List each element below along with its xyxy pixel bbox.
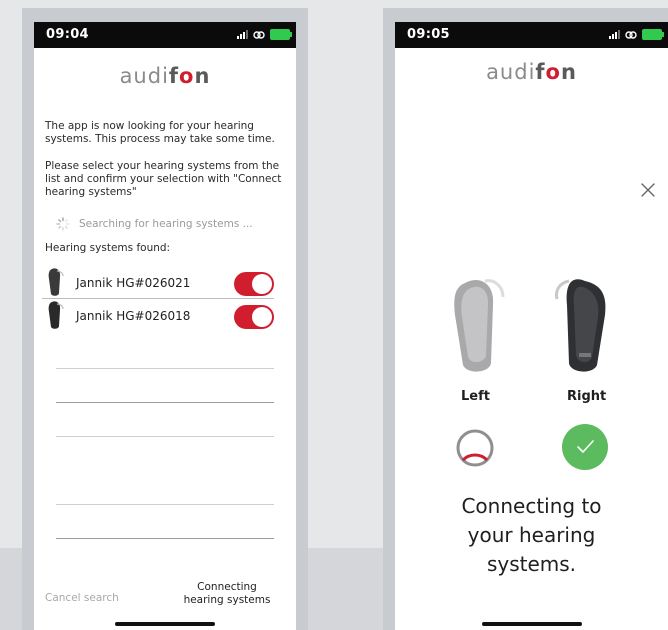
status-time: 09:05: [407, 27, 450, 42]
left-hearing-aid-icon: [454, 279, 505, 372]
instruction-text: Please select your hearing systems from …: [45, 160, 282, 198]
connecting-screen: 09:05 audifon Left Right Connecting to y…: [395, 22, 668, 630]
searching-indicator: Searching for hearing systems ...: [56, 217, 253, 231]
empty-slot-line: [56, 504, 274, 505]
device-toggle[interactable]: [234, 272, 274, 296]
empty-slot-line: [56, 402, 274, 403]
connecting-message: Connecting to your hearing systems.: [461, 494, 602, 576]
device-name: Jannik HG#026021: [76, 276, 191, 290]
device-row[interactable]: Jannik HG#026021: [34, 266, 296, 298]
spinner-icon: [56, 217, 70, 231]
status-icons: [237, 29, 292, 40]
searching-text: Searching for hearing systems ...: [79, 218, 253, 230]
connect-hearing-systems-button[interactable]: Connecting hearing systems: [152, 581, 296, 607]
device-toggle[interactable]: [234, 305, 274, 329]
phone-frame-left: 09:04 audifon The app is now looking for…: [22, 8, 308, 630]
home-indicator[interactable]: [115, 622, 215, 626]
toggle-knob: [252, 274, 272, 294]
phone-frame-right: 09:05 audifon Left Right Connecting to y…: [383, 8, 668, 630]
status-bar: 09:05: [395, 22, 668, 48]
link-icon: [253, 30, 265, 39]
home-indicator[interactable]: [481, 622, 582, 626]
battery-icon: [642, 29, 664, 40]
status-bar: 09:04: [34, 22, 296, 48]
device-row[interactable]: Jannik HG#026018: [34, 299, 296, 331]
device-name: Jannik HG#026018: [76, 309, 191, 323]
search-screen: 09:04 audifon The app is now looking for…: [34, 22, 296, 630]
found-label: Hearing systems found:: [45, 242, 171, 254]
empty-slot-line: [56, 538, 274, 539]
link-icon: [625, 30, 637, 39]
checkmark-icon: [577, 440, 594, 453]
connecting-text: Connecting to your hearing systems.: [395, 492, 668, 579]
status-icons: [609, 29, 664, 40]
right-hearing-aid-icon: [555, 279, 606, 372]
empty-slot-line: [56, 436, 274, 437]
right-label: Right: [567, 389, 607, 404]
left-label: Left: [461, 389, 490, 404]
audifon-logo: audifon: [486, 60, 577, 84]
signal-icon: [609, 30, 620, 39]
empty-slot-line: [56, 368, 274, 369]
battery-icon: [270, 29, 292, 40]
status-time: 09:04: [46, 27, 89, 42]
check-icon: [562, 424, 608, 470]
hearing-aid-icon: [48, 268, 64, 296]
intro-text: The app is now looking for your hearing …: [45, 120, 275, 145]
toggle-knob: [252, 307, 272, 327]
signal-icon: [237, 30, 248, 39]
hearing-aid-icon: [48, 301, 64, 329]
close-icon[interactable]: [640, 182, 656, 198]
progress-ring-icon: [456, 429, 494, 467]
cancel-search-button[interactable]: Cancel search: [45, 592, 119, 604]
audifon-logo: audifon: [119, 64, 211, 88]
